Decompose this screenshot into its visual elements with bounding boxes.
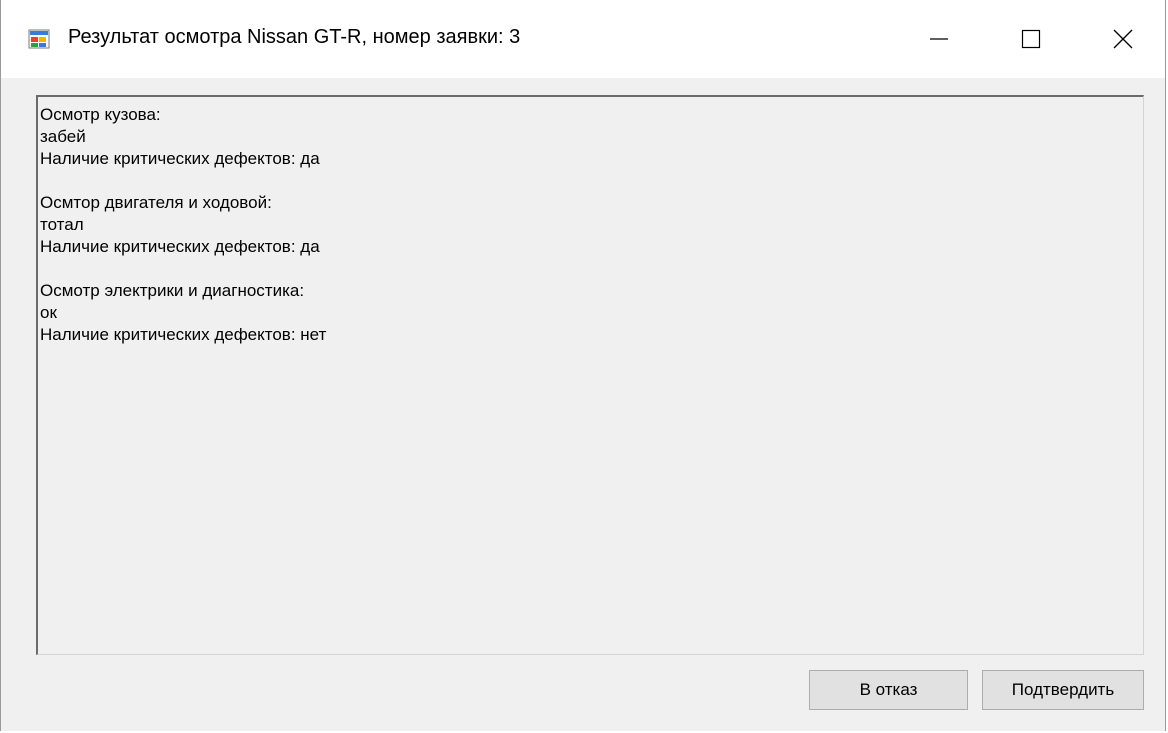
minimize-button[interactable] <box>893 0 985 78</box>
confirm-button[interactable]: Подтвердить <box>982 670 1144 710</box>
form-body: Осмотр кузова: забей Наличие критических… <box>1 78 1165 731</box>
reject-button[interactable]: В отказ <box>809 670 968 710</box>
report-line: Наличие критических дефектов: да <box>40 237 320 256</box>
report-line: ок <box>40 303 57 322</box>
title-bar[interactable]: Результат осмотра Nissan GT-R, номер зая… <box>1 0 1165 78</box>
report-line <box>40 170 1143 192</box>
report-line: забей <box>40 127 86 146</box>
inspection-report-textbox[interactable]: Осмотр кузова: забей Наличие критических… <box>36 95 1144 655</box>
report-line <box>40 258 1143 280</box>
close-button[interactable] <box>1077 0 1168 78</box>
window-title: Результат осмотра Nissan GT-R, номер зая… <box>68 26 521 48</box>
report-line: Осмотр кузова: <box>40 105 161 124</box>
report-line: Наличие критических дефектов: да <box>40 149 320 168</box>
winforms-app-icon <box>28 28 50 50</box>
report-line: Наличие критических дефектов: нет <box>40 325 327 344</box>
report-line: Осмотр электрики и диагностика: <box>40 281 305 300</box>
report-line: тотал <box>40 215 84 234</box>
maximize-button[interactable] <box>985 0 1077 78</box>
inspection-result-window: Результат осмотра Nissan GT-R, номер зая… <box>0 0 1166 731</box>
report-line: Осмтор двигателя и ходовой: <box>40 193 272 212</box>
